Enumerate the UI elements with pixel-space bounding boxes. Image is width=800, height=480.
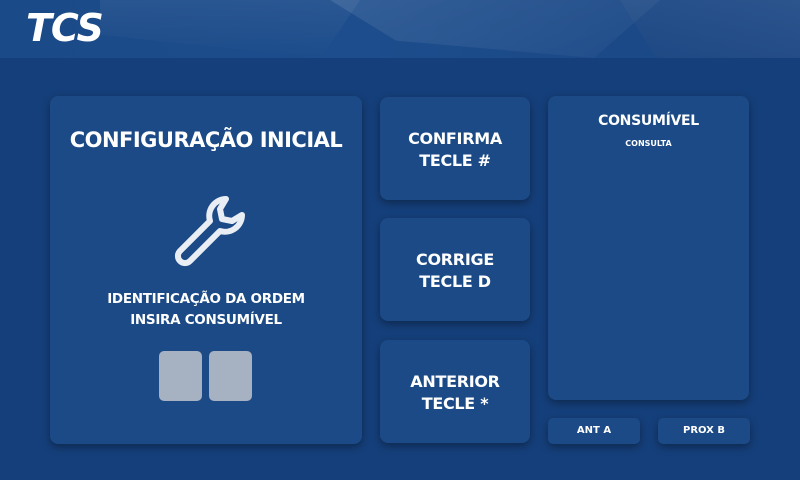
instruction-line: INSIRA CONSUMÍVEL <box>130 312 282 328</box>
button-label: ANTERIOR <box>410 372 500 391</box>
confirm-button[interactable]: CONFIRMA TECLE # <box>380 97 530 200</box>
consumable-title: CONSUMÍVEL <box>598 113 699 129</box>
button-label: CORRIGE <box>416 250 494 269</box>
correct-button[interactable]: CORRIGE TECLE D <box>380 218 530 321</box>
consumable-subtitle: CONSULTA <box>625 139 672 148</box>
consumable-panel: CONSUMÍVEL CONSULTA <box>548 96 749 400</box>
header-facet <box>100 0 360 58</box>
header-band <box>0 0 800 58</box>
previous-button[interactable]: ANTERIOR TECLE * <box>380 340 530 443</box>
header-facet <box>330 0 660 58</box>
instruction-line: IDENTIFICAÇÃO DA ORDEM <box>107 291 305 307</box>
consumable-input-slot[interactable] <box>159 351 202 401</box>
button-key-hint: TECLE # <box>419 151 491 170</box>
consumable-input-slot[interactable] <box>209 351 252 401</box>
panel-title: CONFIGURAÇÃO INICIAL <box>69 128 343 152</box>
button-label: ANT A <box>576 425 612 436</box>
button-key-hint: TECLE D <box>419 272 491 291</box>
tcs-logo: TCS <box>26 6 104 50</box>
button-key-hint: TECLE * <box>421 394 489 413</box>
prev-page-button[interactable]: ANT A <box>548 418 640 444</box>
button-label: CONFIRMA <box>408 129 502 148</box>
next-page-button[interactable]: PROX B <box>658 418 750 444</box>
wrench-icon <box>174 196 245 267</box>
initial-config-panel: CONFIGURAÇÃO INICIAL IDENTIFICAÇÃO DA OR… <box>50 96 362 444</box>
button-label: PROX B <box>683 425 725 436</box>
